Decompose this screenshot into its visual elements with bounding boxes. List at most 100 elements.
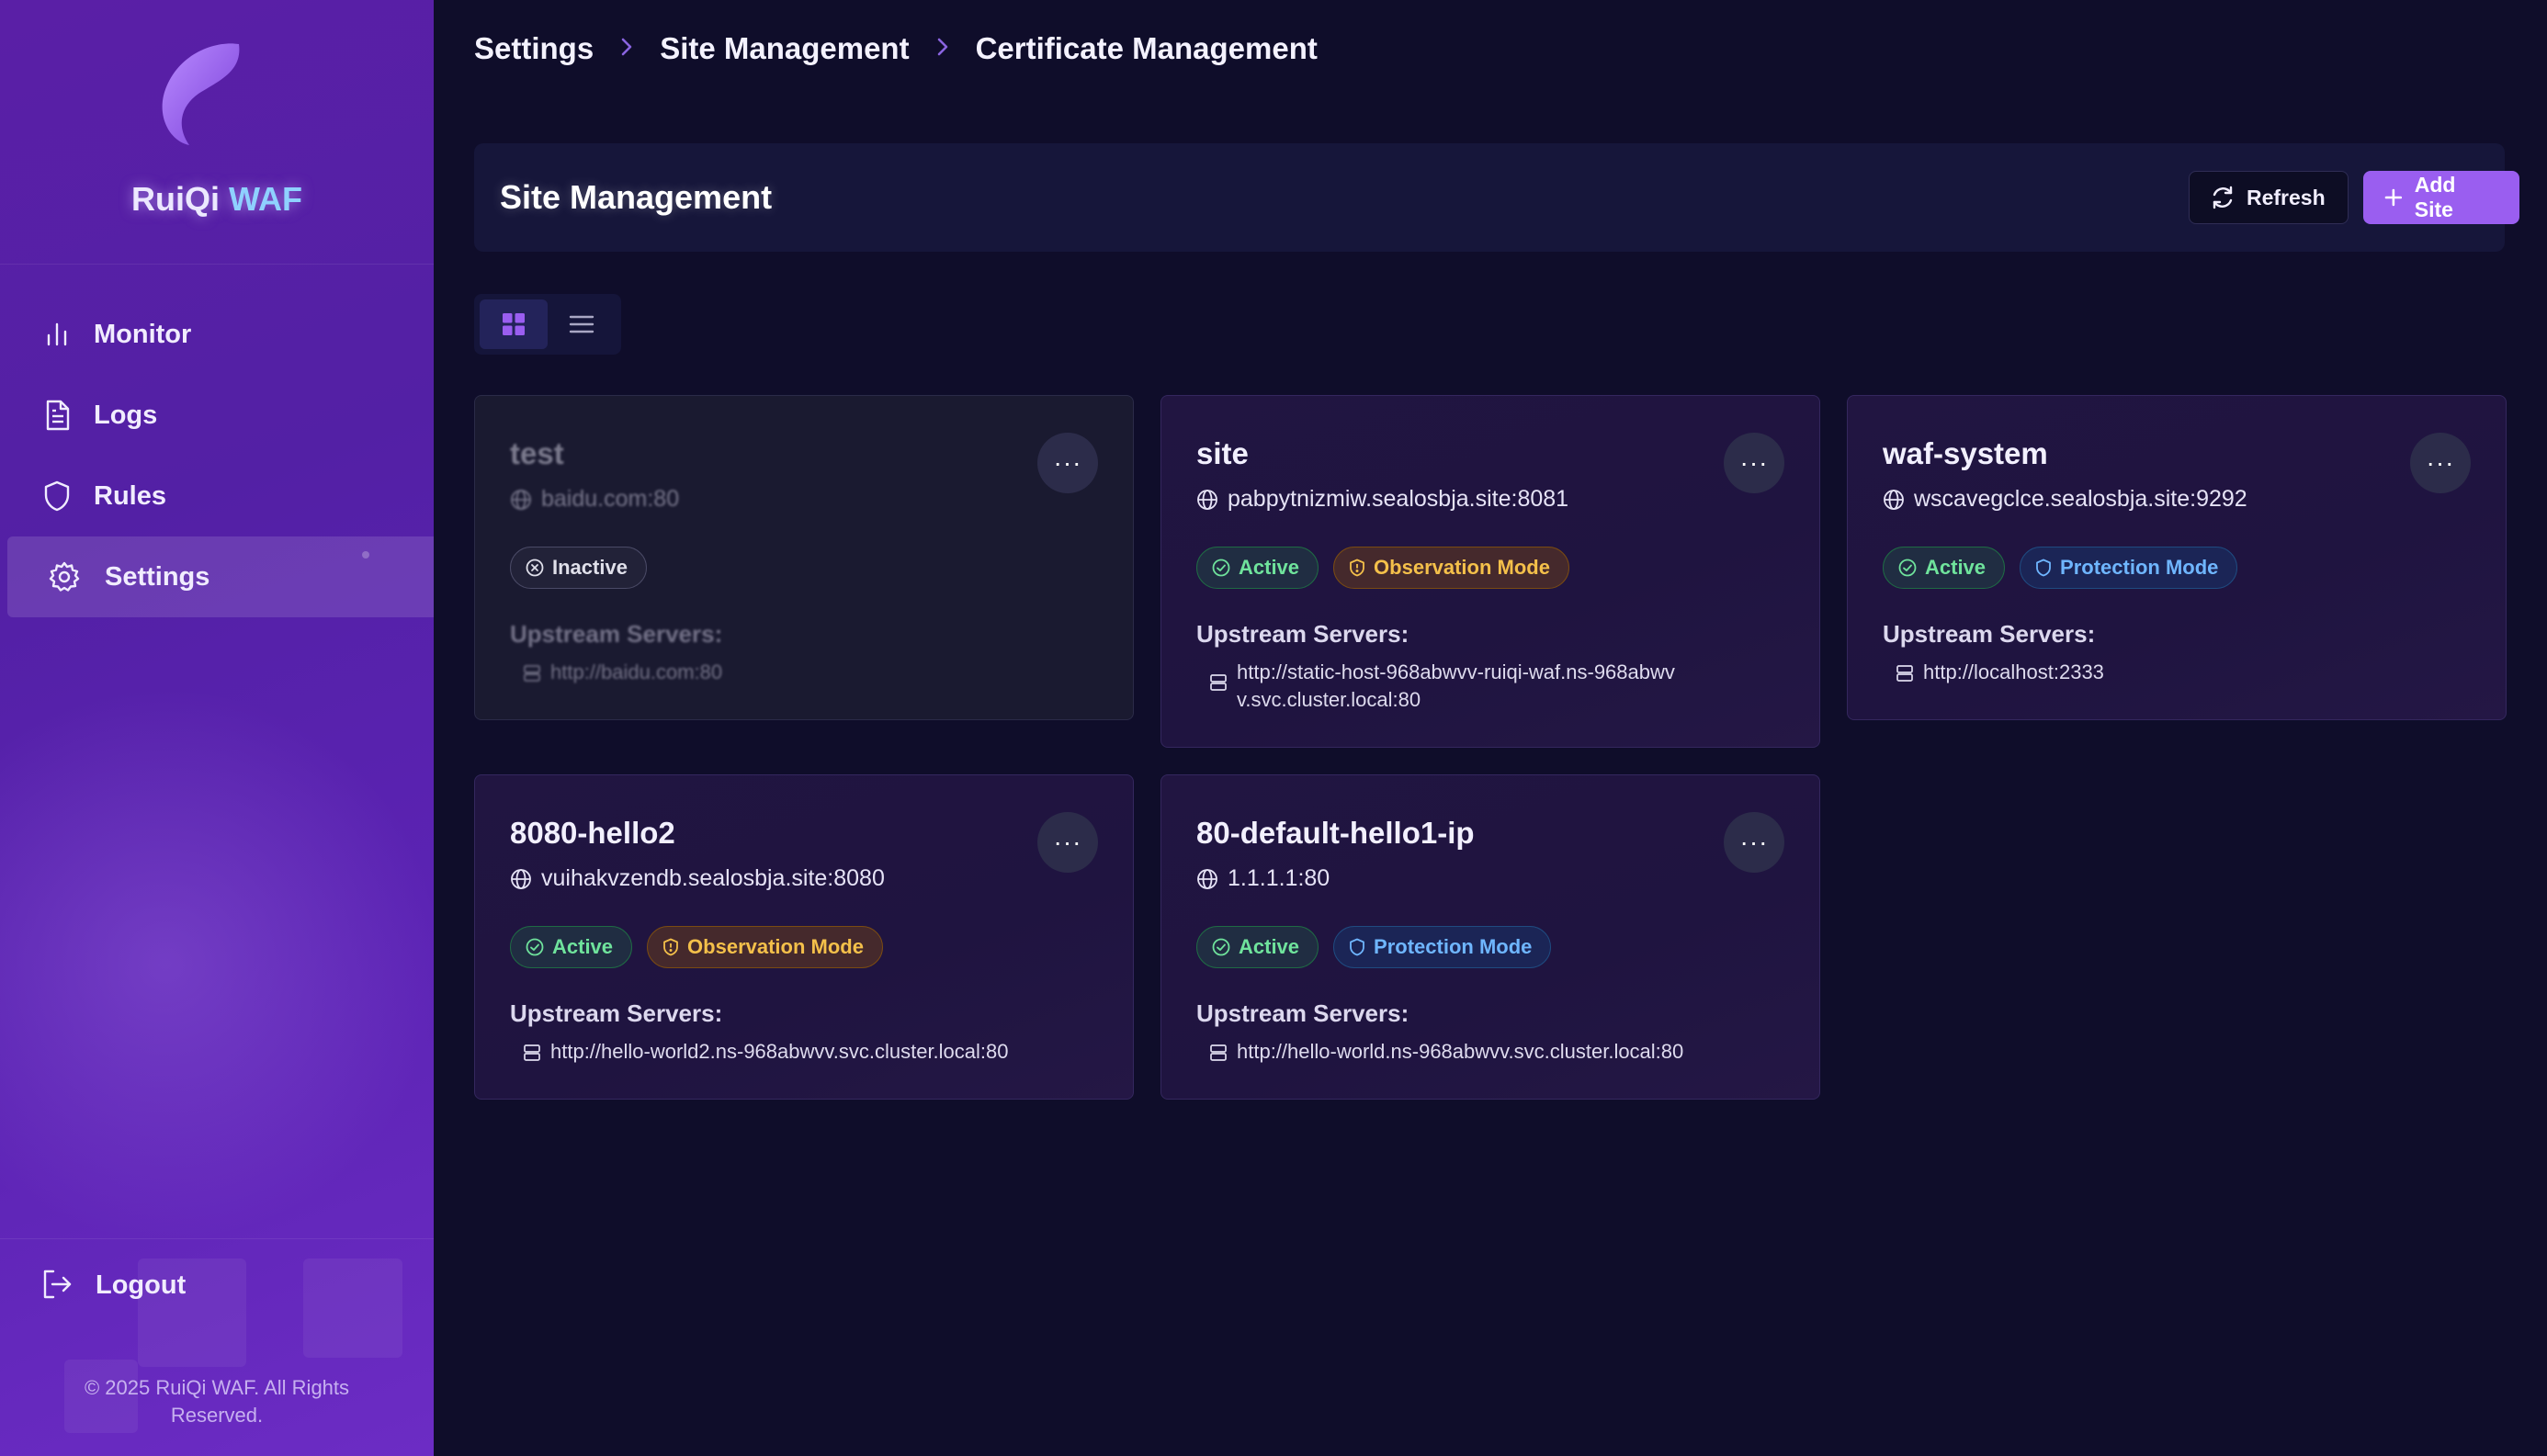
site-domain: wscavegclce.sealosbja.site:9292 bbox=[1883, 486, 2247, 513]
breadcrumb-item-site-management[interactable]: Site Management bbox=[660, 31, 909, 66]
check-circle-icon bbox=[1212, 559, 1230, 577]
breadcrumb-item-settings[interactable]: Settings bbox=[474, 31, 594, 66]
status-badges: Active Protection Mode bbox=[1196, 926, 1566, 968]
copyright-text: © 2025 RuiQi WAF. All Rights Reserved. bbox=[84, 1376, 350, 1427]
refresh-label: Refresh bbox=[2247, 185, 2326, 209]
list-view-button[interactable] bbox=[548, 299, 616, 349]
status-badge: Active bbox=[510, 926, 633, 968]
status-badges: Active Observation Mode bbox=[510, 926, 898, 968]
ellipsis-icon: ··· bbox=[1739, 448, 1769, 477]
bar-chart-icon bbox=[40, 318, 74, 351]
server-icon bbox=[1210, 674, 1227, 691]
grid-icon bbox=[503, 313, 525, 335]
document-icon bbox=[40, 399, 74, 432]
site-domain: vuihakvzendb.sealosbja.site:8080 bbox=[510, 865, 885, 892]
status-badge: Inactive bbox=[510, 547, 647, 589]
more-options-button[interactable]: ··· bbox=[1724, 812, 1784, 873]
logout-label: Logout bbox=[96, 1270, 187, 1300]
site-domain: 1.1.1.1:80 bbox=[1196, 865, 1330, 892]
mode-badge-label: Protection Mode bbox=[1374, 935, 1533, 958]
site-name: waf-system bbox=[1883, 436, 2048, 470]
chevron-right-icon bbox=[619, 34, 634, 63]
mode-badge: Protection Mode bbox=[1333, 926, 1552, 968]
site-domain: baidu.com:80 bbox=[510, 486, 679, 513]
upstream-url: http://localhost:2333 bbox=[1923, 660, 2104, 683]
decorative-square bbox=[303, 1258, 402, 1358]
add-site-button[interactable]: Add Site bbox=[2363, 171, 2519, 224]
sidebar-item-settings[interactable]: Settings bbox=[7, 536, 434, 617]
view-toggle bbox=[474, 294, 621, 355]
site-card[interactable]: 8080-hello2 vuihakvzendb.sealosbja.site:… bbox=[474, 774, 1134, 1100]
brand-accent: WAF bbox=[229, 180, 302, 218]
logout-icon bbox=[40, 1268, 75, 1303]
breadcrumb-item-certificate-management[interactable]: Certificate Management bbox=[976, 31, 1318, 66]
x-circle-icon bbox=[526, 559, 544, 577]
site-name: 8080-hello2 bbox=[510, 816, 675, 850]
check-circle-icon bbox=[1212, 938, 1230, 956]
site-domain-text: 1.1.1.1:80 bbox=[1228, 865, 1330, 891]
app-root: RuiQi WAF Monitor Logs Rules Settings Lo… bbox=[0, 0, 2547, 1456]
status-badge-label: Active bbox=[1239, 556, 1300, 579]
refresh-icon bbox=[2213, 186, 2233, 209]
upstream-label: Upstream Servers: bbox=[1196, 999, 1409, 1027]
site-domain-text: baidu.com:80 bbox=[541, 486, 680, 512]
sidebar-divider bbox=[0, 1238, 434, 1239]
shield-icon bbox=[1350, 938, 1364, 956]
status-badge-label: Active bbox=[1925, 556, 1987, 579]
sidebar-item-monitor[interactable]: Monitor bbox=[0, 294, 434, 375]
site-card[interactable]: waf-system wscavegclce.sealosbja.site:92… bbox=[1847, 395, 2507, 720]
site-card[interactable]: test baidu.com:80 ··· Inactive Upstream … bbox=[474, 395, 1134, 720]
globe-icon bbox=[511, 868, 531, 889]
status-badge-label: Active bbox=[552, 935, 614, 958]
more-options-button[interactable]: ··· bbox=[1724, 433, 1784, 493]
logo-area: RuiQi WAF bbox=[0, 0, 434, 265]
server-icon bbox=[1210, 1044, 1227, 1061]
page-title: Site Management bbox=[500, 178, 773, 216]
upstream-list: http://hello-world2.ns-968abwvv.svc.clus… bbox=[523, 1038, 1074, 1066]
grid-view-button[interactable] bbox=[480, 299, 548, 349]
status-badges: Active Observation Mode bbox=[1196, 547, 1584, 589]
logo-icon bbox=[162, 43, 240, 145]
refresh-button[interactable]: Refresh bbox=[2189, 171, 2349, 224]
mode-badge: Observation Mode bbox=[647, 926, 883, 968]
sidebar-item-rules[interactable]: Rules bbox=[0, 456, 434, 536]
upstream-url: http://baidu.com:80 bbox=[550, 660, 723, 683]
server-icon bbox=[524, 1044, 540, 1061]
brand-name: RuiQi WAF bbox=[0, 180, 434, 219]
more-options-button[interactable]: ··· bbox=[1037, 433, 1098, 493]
sidebar-item-label: Monitor bbox=[94, 319, 192, 349]
upstream-item: http://baidu.com:80 bbox=[523, 659, 1074, 686]
upstream-list: http://hello-world.ns-968abwvv.svc.clust… bbox=[1209, 1038, 1760, 1066]
site-domain-text: vuihakvzendb.sealosbja.site:8080 bbox=[541, 865, 885, 891]
sidebar-item-label: Logs bbox=[94, 400, 158, 430]
sidebar-item-label: Settings bbox=[105, 561, 210, 592]
gear-icon bbox=[48, 560, 81, 593]
ellipsis-icon: ··· bbox=[2426, 448, 2455, 477]
upstream-list: http://static-host-968abwvv-ruiqi-waf.ns… bbox=[1209, 659, 1687, 714]
globe-icon bbox=[1197, 489, 1217, 510]
mode-badge-label: Observation Mode bbox=[1374, 556, 1550, 579]
breadcrumb: Settings Site Management Certificate Man… bbox=[474, 31, 1318, 66]
shield-icon bbox=[40, 480, 74, 513]
more-options-button[interactable]: ··· bbox=[2410, 433, 2471, 493]
ellipsis-icon: ··· bbox=[1053, 448, 1082, 477]
upstream-list: http://baidu.com:80 bbox=[523, 659, 1074, 686]
status-badge-label: Inactive bbox=[552, 556, 628, 579]
upstream-item: http://hello-world.ns-968abwvv.svc.clust… bbox=[1209, 1038, 1760, 1066]
site-domain-text: pabpytnizmiw.sealosbja.site:8081 bbox=[1228, 486, 1569, 512]
logout-button[interactable]: Logout bbox=[40, 1268, 186, 1303]
site-card[interactable]: site pabpytnizmiw.sealosbja.site:8081 ··… bbox=[1160, 395, 1820, 748]
site-domain-text: wscavegclce.sealosbja.site:9292 bbox=[1914, 486, 2247, 512]
site-name: test bbox=[510, 436, 564, 470]
ellipsis-icon: ··· bbox=[1053, 828, 1082, 856]
more-options-button[interactable]: ··· bbox=[1037, 812, 1098, 873]
upstream-label: Upstream Servers: bbox=[510, 999, 723, 1027]
sidebar-item-logs[interactable]: Logs bbox=[0, 375, 434, 456]
check-circle-icon bbox=[1898, 559, 1917, 577]
sidebar-nav: Monitor Logs Rules Settings bbox=[0, 294, 434, 617]
main-content: Settings Site Management Certificate Man… bbox=[434, 0, 2547, 1456]
plus-icon bbox=[2384, 188, 2403, 207]
status-badge-label: Active bbox=[1239, 935, 1300, 958]
upstream-label: Upstream Servers: bbox=[1196, 620, 1409, 648]
site-card[interactable]: 80-default-hello1-ip 1.1.1.1:80 ··· Acti… bbox=[1160, 774, 1820, 1100]
